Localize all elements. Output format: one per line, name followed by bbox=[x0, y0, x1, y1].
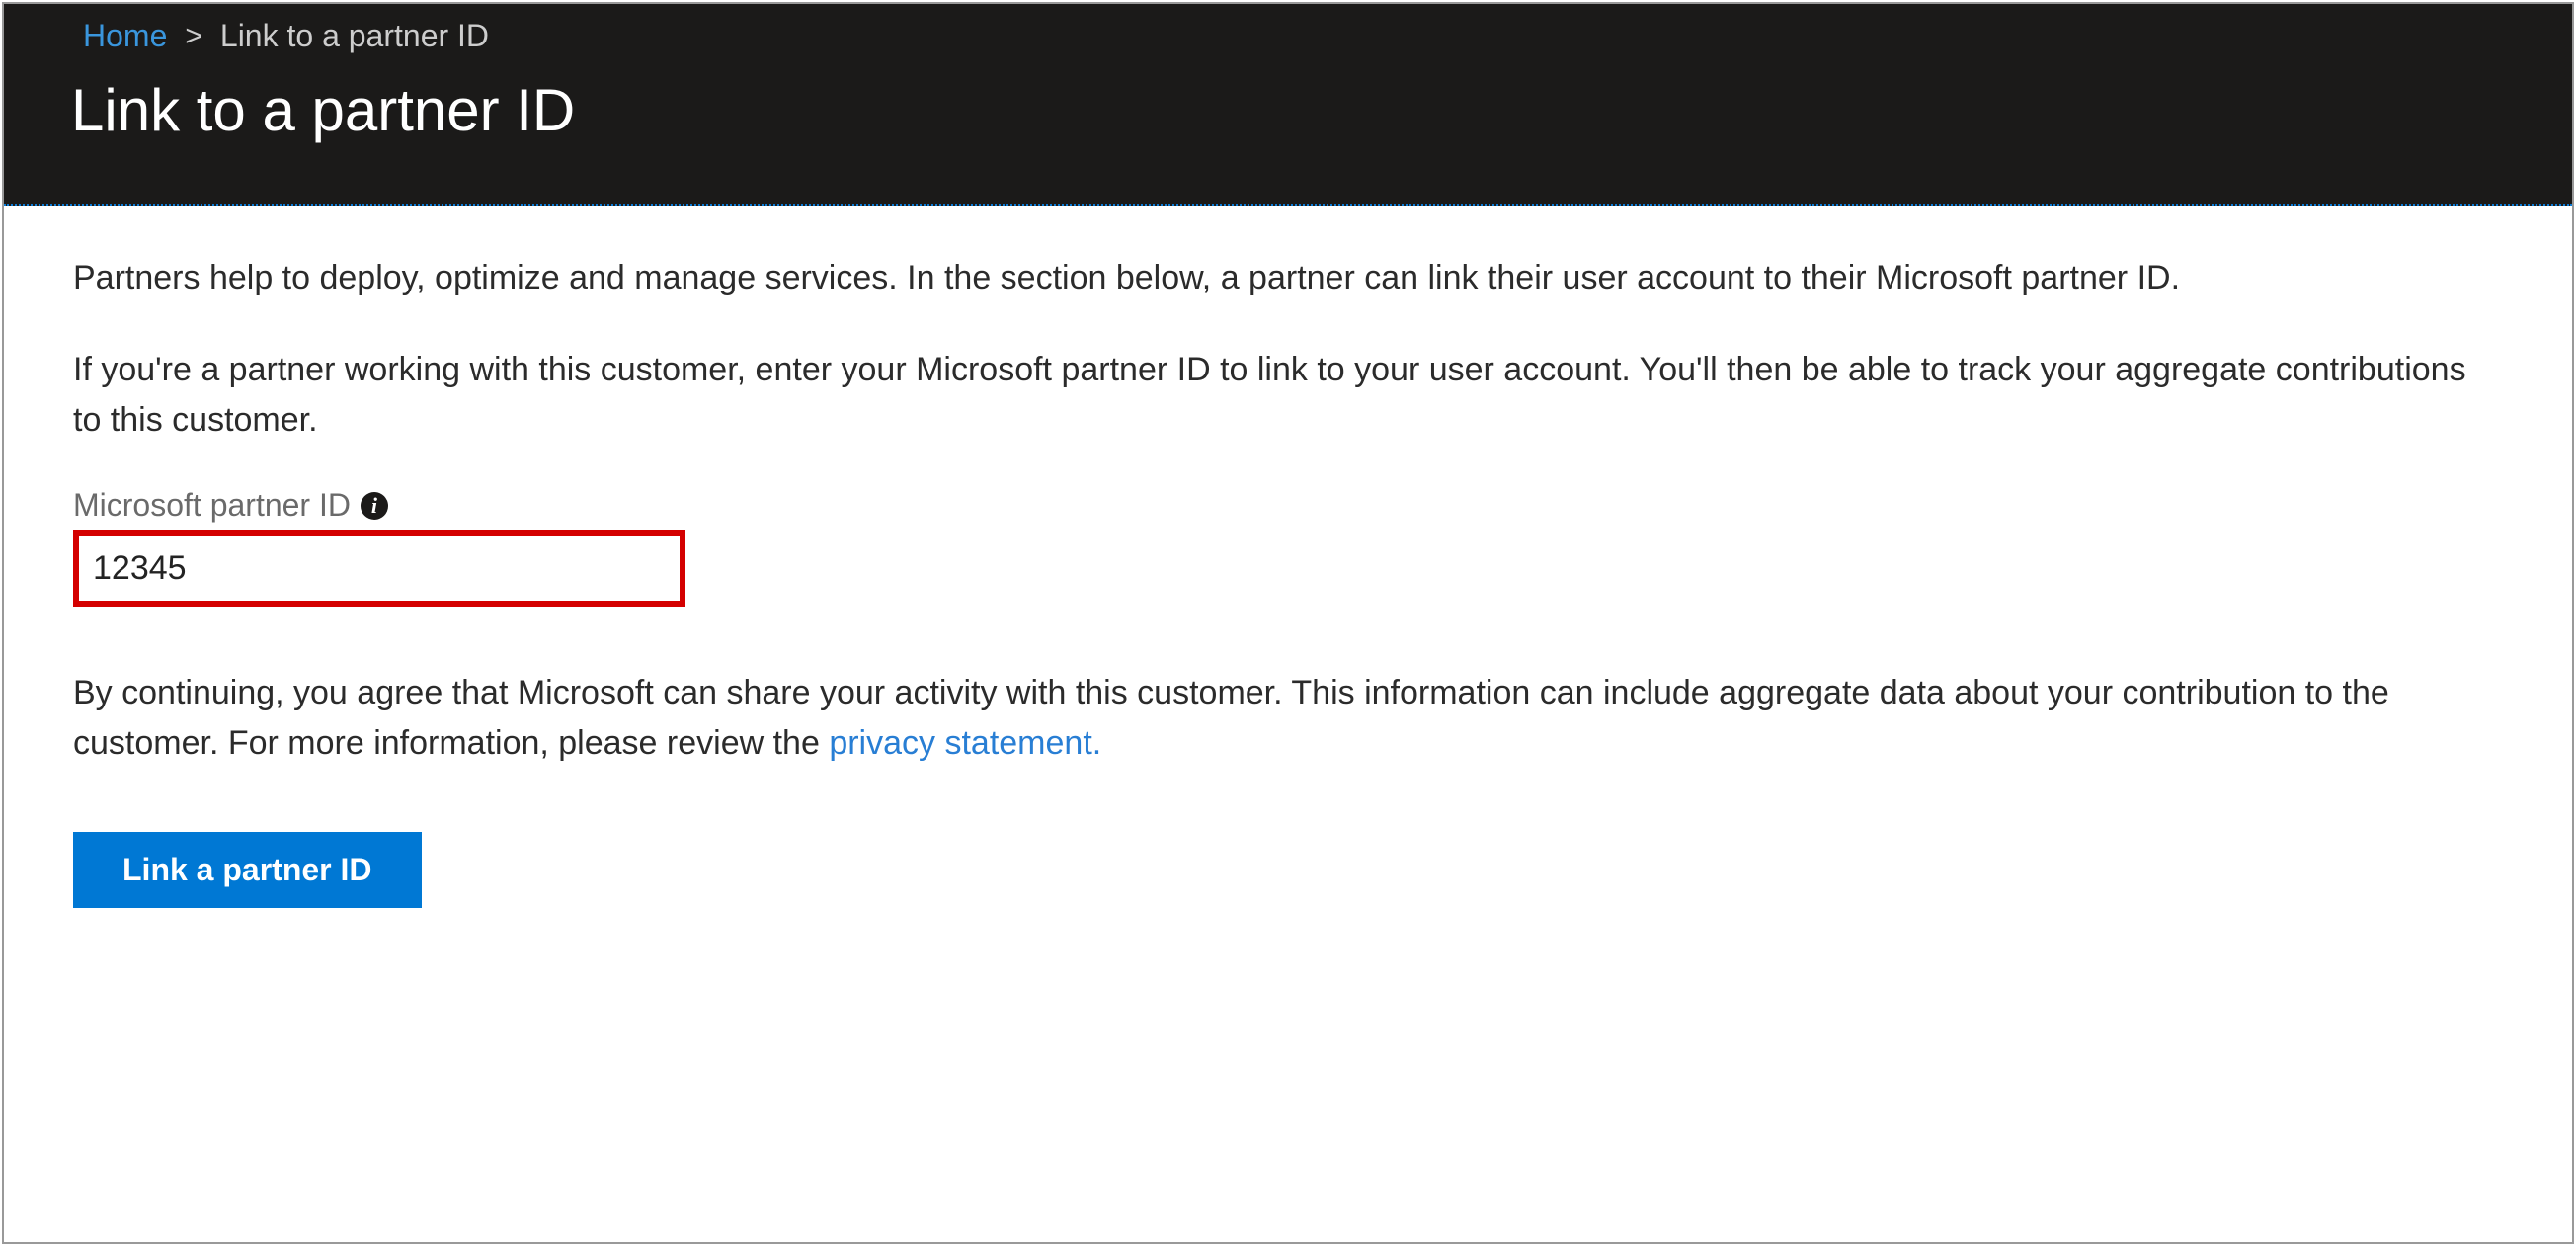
page-title: Link to a partner ID bbox=[4, 62, 2572, 204]
breadcrumb-current: Link to a partner ID bbox=[220, 18, 489, 54]
agreement-pretext: By continuing, you agree that Microsoft … bbox=[73, 674, 2389, 762]
chevron-right-icon: > bbox=[185, 20, 202, 53]
page-header: Home > Link to a partner ID Link to a pa… bbox=[4, 4, 2572, 206]
intro-text: Partners help to deploy, optimize and ma… bbox=[73, 253, 2503, 303]
privacy-statement-link[interactable]: privacy statement. bbox=[829, 724, 1101, 762]
partner-id-input[interactable] bbox=[73, 530, 685, 607]
breadcrumb-home-link[interactable]: Home bbox=[83, 18, 167, 54]
instructions-text: If you're a partner working with this cu… bbox=[73, 345, 2503, 446]
page-container: Home > Link to a partner ID Link to a pa… bbox=[2, 2, 2574, 1244]
agreement-text: By continuing, you agree that Microsoft … bbox=[73, 668, 2503, 769]
partner-id-label-row: Microsoft partner ID i bbox=[73, 487, 2503, 524]
link-partner-id-button[interactable]: Link a partner ID bbox=[73, 832, 422, 908]
breadcrumb: Home > Link to a partner ID bbox=[4, 4, 2572, 62]
partner-id-label: Microsoft partner ID bbox=[73, 487, 351, 524]
info-icon[interactable]: i bbox=[361, 492, 388, 520]
content-area: Partners help to deploy, optimize and ma… bbox=[4, 206, 2572, 1242]
